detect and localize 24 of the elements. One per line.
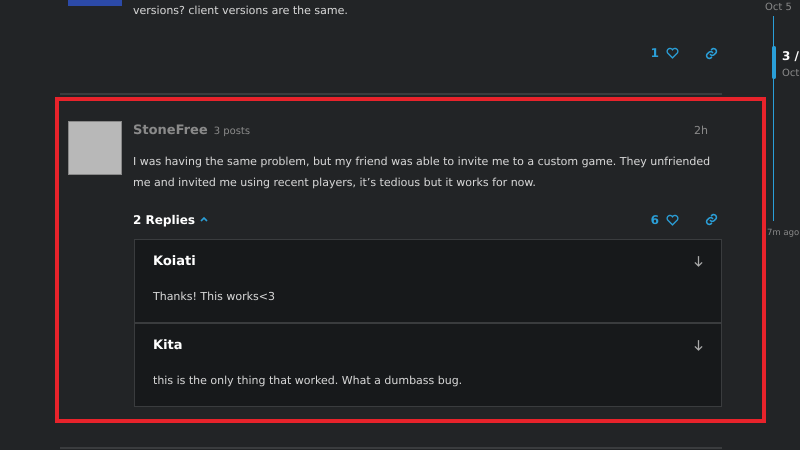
timeline-date: Oct [782, 67, 800, 81]
post-time[interactable]: 2h [694, 122, 708, 139]
post-text: versions? client versions are the same. [133, 3, 348, 19]
down-arrow-icon[interactable] [694, 256, 703, 267]
heart-icon[interactable] [666, 214, 679, 226]
heart-icon[interactable] [666, 47, 679, 59]
post-author[interactable]: StoneFree [133, 121, 208, 140]
reply-text: this is the only thing that worked. What a dumbass bug. [153, 373, 464, 389]
reply-author[interactable]: Kita [153, 336, 183, 355]
reply-author[interactable]: Koiati [153, 252, 196, 271]
timeline-date: Oct 5 [765, 1, 792, 15]
post-count: 3 posts [214, 125, 250, 139]
link-icon[interactable] [705, 213, 718, 226]
timeline-handle[interactable] [772, 46, 776, 79]
down-arrow-icon[interactable] [694, 340, 703, 351]
timeline-position: 3 / [782, 48, 799, 65]
link-icon[interactable] [705, 46, 718, 60]
avatar-image [68, 121, 122, 175]
like-count[interactable]: 6 [650, 210, 659, 228]
timeline-date: 7m ago [767, 227, 800, 240]
like-count[interactable]: 1 [650, 44, 659, 62]
reply-text: Thanks! This works<3 [153, 289, 276, 305]
post-text: I was having the same problem, but my friend was able to invite me to a custom game. They unfriended me and invited me using recent players, it’s tedious but it works for now. [133, 154, 712, 190]
replies-toggle[interactable]: 2 Replies [133, 210, 208, 228]
